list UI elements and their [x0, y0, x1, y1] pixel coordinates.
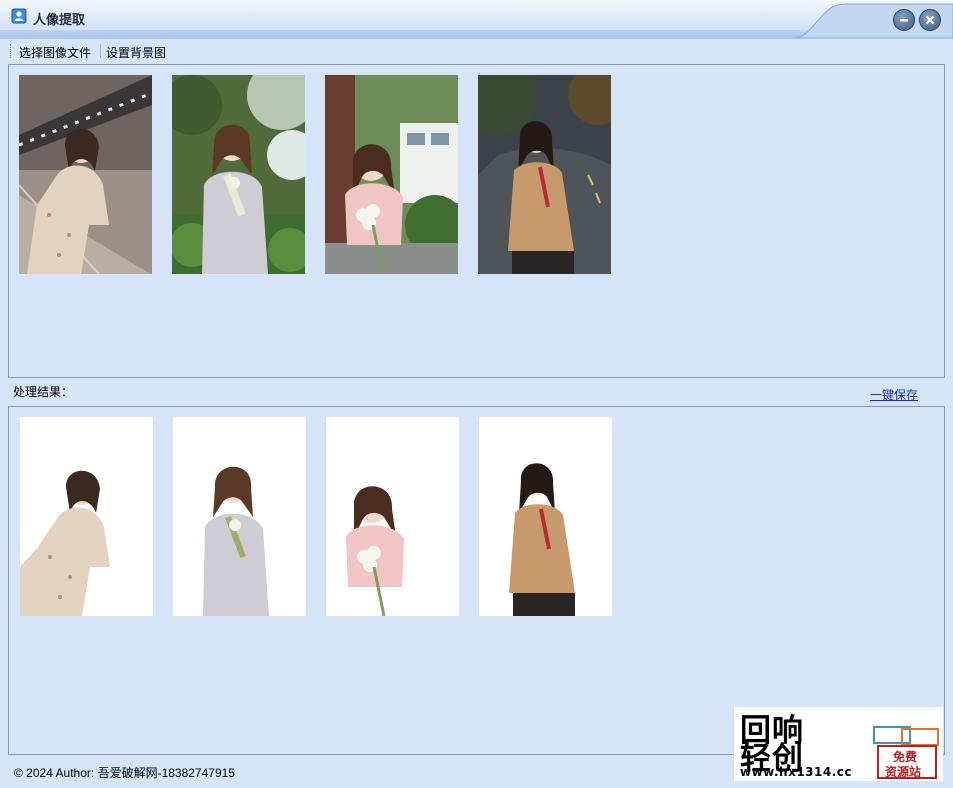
result-photo-3-image — [326, 417, 459, 616]
source-photo-2[interactable] — [172, 75, 305, 274]
result-photo-3[interactable] — [326, 417, 459, 616]
source-photo-1[interactable] — [19, 75, 152, 274]
select-image-button[interactable]: 选择图像文件 — [19, 44, 91, 61]
watermark: 回响 轻创 www.hx1314.cc 免费 资源站 — [734, 707, 943, 781]
results-panel[interactable] — [8, 406, 945, 755]
result-photo-2[interactable] — [173, 417, 306, 616]
source-photo-3[interactable] — [325, 75, 458, 274]
source-photo-4-image — [478, 75, 611, 274]
result-photo-4[interactable] — [479, 417, 612, 616]
watermark-url: www.hx1314.cc — [740, 765, 853, 779]
source-photo-2-image — [172, 75, 305, 274]
set-background-button[interactable]: 设置背景图 — [106, 44, 166, 61]
portrait-app-icon — [11, 8, 27, 24]
source-photo-3-image — [325, 75, 458, 274]
minimize-icon — [900, 19, 908, 22]
result-photo-2-image — [173, 417, 306, 616]
toolbar-grip[interactable] — [10, 44, 13, 58]
title-bar[interactable]: 人像提取 — [0, 0, 953, 39]
source-image-panel[interactable] — [8, 64, 945, 378]
save-all-link[interactable]: 一键保存 — [870, 386, 918, 403]
result-photo-1[interactable] — [20, 417, 153, 616]
toolbar-separator — [100, 44, 101, 58]
source-photo-1-image — [19, 75, 152, 274]
badge-bottom-text: 资源站 — [885, 765, 922, 779]
monitor-logo-icon — [873, 726, 939, 746]
toolbar: 选择图像文件 设置背景图 — [0, 40, 953, 62]
result-photo-1-image — [20, 417, 153, 616]
close-button[interactable] — [919, 9, 941, 31]
author-text: © 2024 Author: 吾爱破解网-18382747915 — [14, 766, 235, 780]
result-photo-4-image — [479, 417, 612, 616]
free-resource-badge: 免费 资源站 — [877, 745, 937, 779]
minimize-button[interactable] — [893, 9, 915, 31]
source-photo-4[interactable] — [478, 75, 611, 274]
window-title: 人像提取 — [33, 12, 86, 27]
close-icon — [925, 15, 935, 25]
results-label: 处理结果： — [13, 385, 74, 399]
